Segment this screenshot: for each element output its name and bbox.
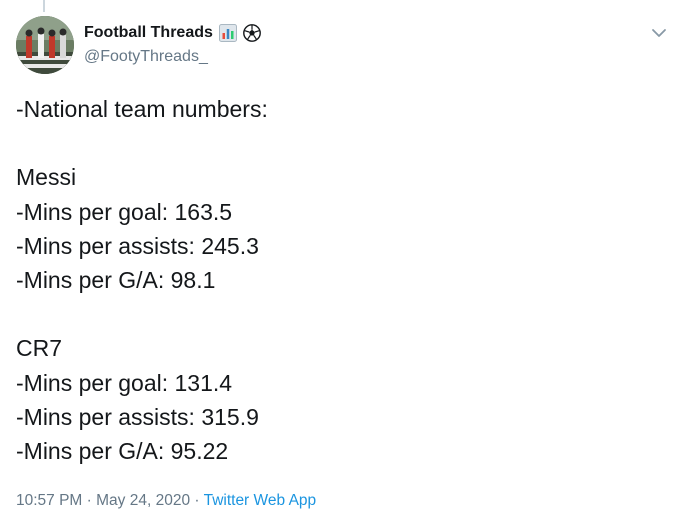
tweet-line: -Mins per G/A: 98.1 (16, 266, 216, 293)
tweet-line: -Mins per goal: 131.4 (16, 369, 233, 396)
user-handle[interactable]: @FootyThreads_ (84, 46, 630, 68)
meta-separator: · (82, 492, 97, 509)
thread-connector-line (43, 0, 45, 12)
tweet-line: -Mins per assists: 245.3 (16, 232, 259, 259)
tweet-text: -National team numbers: Messi -Mins per … (16, 92, 674, 468)
display-name[interactable]: Football Threads (84, 22, 213, 44)
name-row: Football Threads (84, 22, 630, 44)
tweet-line: CR7 (16, 335, 63, 362)
tweet-time[interactable]: 10:57 PM (16, 492, 82, 509)
tweet-header: Football Threads @FootyThreads_ (84, 22, 630, 68)
soccer-ball-icon (243, 24, 261, 42)
chevron-down-icon[interactable] (650, 24, 668, 42)
tweet-line: -Mins per goal: 163.5 (16, 198, 233, 225)
tweet-line: -National team numbers: (16, 96, 268, 122)
meta-separator: · (190, 492, 204, 509)
tweet-line: Messi (16, 164, 77, 191)
tweet-line: -Mins per assists: 315.9 (16, 403, 259, 430)
tweet-source-link[interactable]: Twitter Web App (204, 492, 317, 509)
avatar-image (16, 16, 74, 74)
tweet-metadata: 10:57 PM · May 24, 2020 · Twitter Web Ap… (16, 491, 316, 511)
avatar[interactable] (16, 16, 74, 74)
bar-chart-icon (218, 24, 237, 42)
tweet-line: -Mins per G/A: 95.22 (16, 437, 229, 464)
tweet-date[interactable]: May 24, 2020 (96, 492, 190, 509)
